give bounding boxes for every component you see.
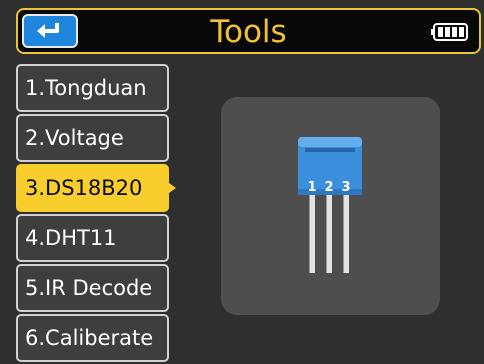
menu-item-tongduan[interactable]: 1.Tongduan [16, 64, 169, 112]
header-bar: Tools [16, 8, 481, 54]
menu-item-label: 6.Caliberate [25, 326, 154, 350]
menu-item-voltage[interactable]: 2.Voltage [16, 114, 169, 162]
menu-item-label: 5.IR Decode [25, 276, 153, 300]
menu-item-label: 1.Tongduan [25, 76, 147, 100]
selection-arrow-icon [169, 183, 176, 193]
pin-2-label: 2 [324, 180, 333, 195]
tools-menu: 1.Tongduan 2.Voltage 3.DS18B20 4.DHT11 5… [16, 64, 176, 364]
sensor-preview-panel: 1 2 3 [221, 97, 440, 315]
menu-item-caliberate[interactable]: 6.Caliberate [16, 314, 169, 362]
pin-3-label: 3 [341, 180, 350, 195]
menu-item-ir-decode[interactable]: 5.IR Decode [16, 264, 169, 312]
menu-item-label: 4.DHT11 [25, 226, 117, 250]
page-title: Tools [210, 14, 287, 50]
battery-full-icon [431, 23, 468, 41]
menu-item-ds18b20[interactable]: 3.DS18B20 [16, 164, 176, 212]
ds18b20-sensor-icon: 1 2 3 [298, 137, 362, 273]
menu-item-label: 3.DS18B20 [25, 176, 143, 200]
pin-1-label: 1 [307, 180, 316, 195]
menu-item-dht11[interactable]: 4.DHT11 [16, 214, 169, 262]
menu-item-label: 2.Voltage [25, 126, 124, 150]
